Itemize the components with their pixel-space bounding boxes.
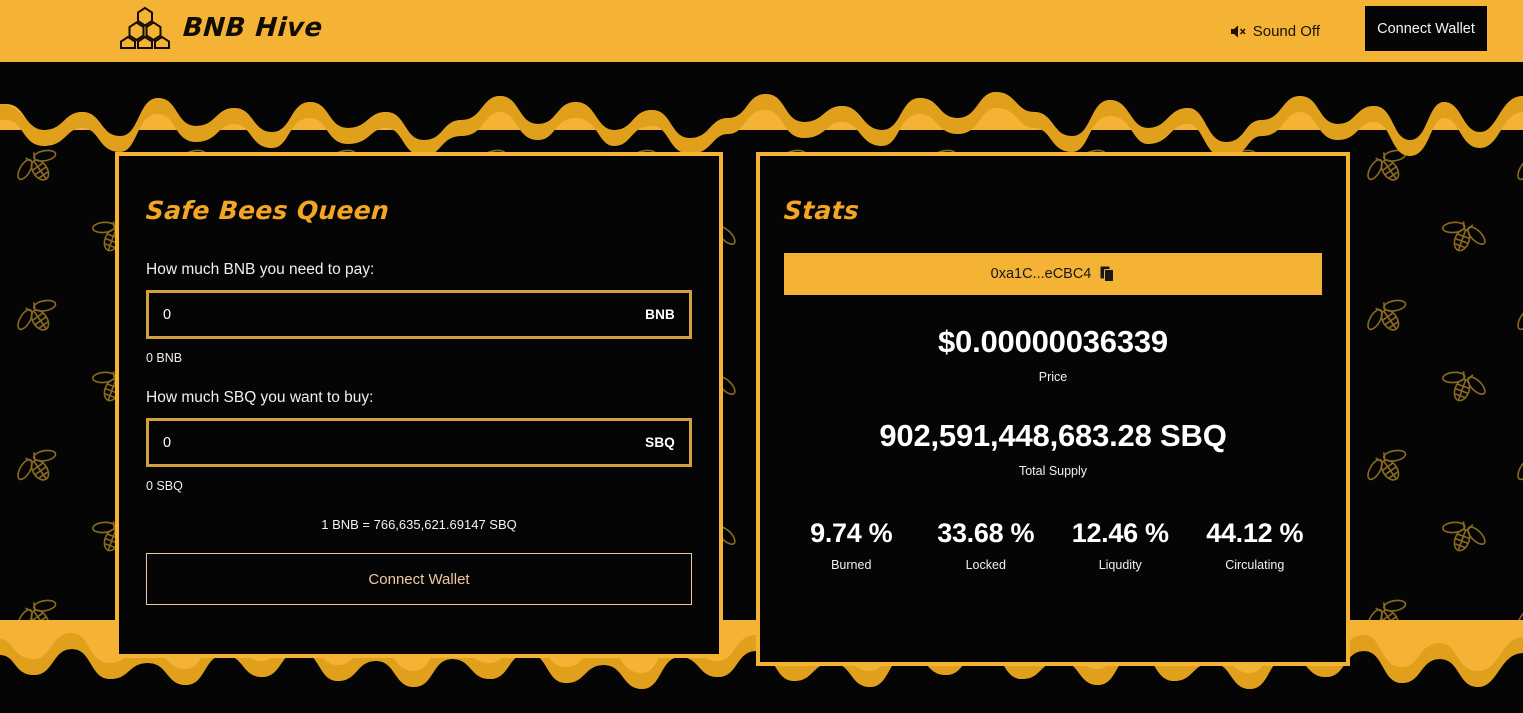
metric-value: 33.68 % xyxy=(937,518,1035,548)
pay-amount-input[interactable] xyxy=(163,306,646,323)
connect-wallet-header-button[interactable]: Connect Wallet xyxy=(1365,6,1487,51)
sound-label: Sound Off xyxy=(1252,22,1320,40)
buy-card: Safe Bees Queen How much BNB you need to… xyxy=(115,152,723,658)
contract-address-bar[interactable]: 0xa1C...eCBC4 xyxy=(784,253,1322,295)
metric-burned: 9.74 % Burned xyxy=(784,518,919,572)
contract-address-text: 0xa1C...eCBC4 xyxy=(990,266,1092,282)
exchange-rate-line: 1 BNB = 766,635,621.69147 SBQ xyxy=(321,517,517,532)
buy-amount-input[interactable] xyxy=(163,434,646,451)
header-actions: Sound Off Connect Wallet xyxy=(1230,0,1487,62)
metric-label: Circulating xyxy=(1225,558,1285,572)
metric-locked: 33.68 % Locked xyxy=(919,518,1054,572)
total-supply-block: 902,591,448,683.28 SBQ Total Supply xyxy=(784,418,1322,478)
pay-field-label: How much BNB you need to pay: xyxy=(146,261,375,278)
metric-label: Liqudity xyxy=(1098,558,1142,572)
copy-icon[interactable] xyxy=(1100,266,1115,282)
metric-value: 9.74 % xyxy=(810,518,893,548)
metrics-grid: 9.74 % Burned 33.68 % Locked 12.46 % Liq… xyxy=(784,518,1322,572)
site-header: BNB Hive Sound Off Connect Wallet xyxy=(0,0,1523,62)
metric-value: 12.46 % xyxy=(1071,518,1169,548)
metric-liquidity: 12.46 % Liqudity xyxy=(1053,518,1188,572)
buy-card-title: Safe Bees Queen xyxy=(144,196,391,225)
metric-value: 44.12 % xyxy=(1206,518,1304,548)
total-supply-value: 902,591,448,683.28 SBQ xyxy=(879,418,1227,453)
metric-label: Locked xyxy=(965,558,1006,572)
logo[interactable]: BNB Hive xyxy=(118,6,324,50)
speaker-muted-icon xyxy=(1230,25,1246,37)
metric-label: Burned xyxy=(831,558,872,572)
sound-toggle[interactable]: Sound Off xyxy=(1230,23,1320,40)
pay-input-wrapper[interactable]: BNB xyxy=(146,290,692,339)
metric-circulating: 44.12 % Circulating xyxy=(1188,518,1323,572)
price-value: $0.00000036339 xyxy=(938,324,1168,359)
cards-container: Safe Bees Queen How much BNB you need to… xyxy=(0,152,1523,666)
pay-currency-suffix: BNB xyxy=(645,307,675,322)
price-label: Price xyxy=(1038,370,1068,384)
connect-wallet-card-button[interactable]: Connect Wallet xyxy=(146,553,692,605)
honeycomb-icon xyxy=(120,6,170,49)
buy-field-label: How much SBQ you want to buy: xyxy=(146,389,374,406)
total-supply-label: Total Supply xyxy=(1018,464,1088,478)
buy-currency-suffix: SBQ xyxy=(645,435,675,450)
buy-field-hint: 0 SBQ xyxy=(146,479,183,493)
pay-field-hint: 0 BNB xyxy=(146,351,183,365)
logo-text: BNB Hive xyxy=(181,13,324,43)
stats-card-title: Stats xyxy=(782,196,861,225)
stats-card: Stats 0xa1C...eCBC4 $0.00000036339 Price… xyxy=(756,152,1350,666)
buy-input-wrapper[interactable]: SBQ xyxy=(146,418,692,467)
page-root: BNB Hive Sound Off Connect Wallet Safe B… xyxy=(0,0,1523,713)
